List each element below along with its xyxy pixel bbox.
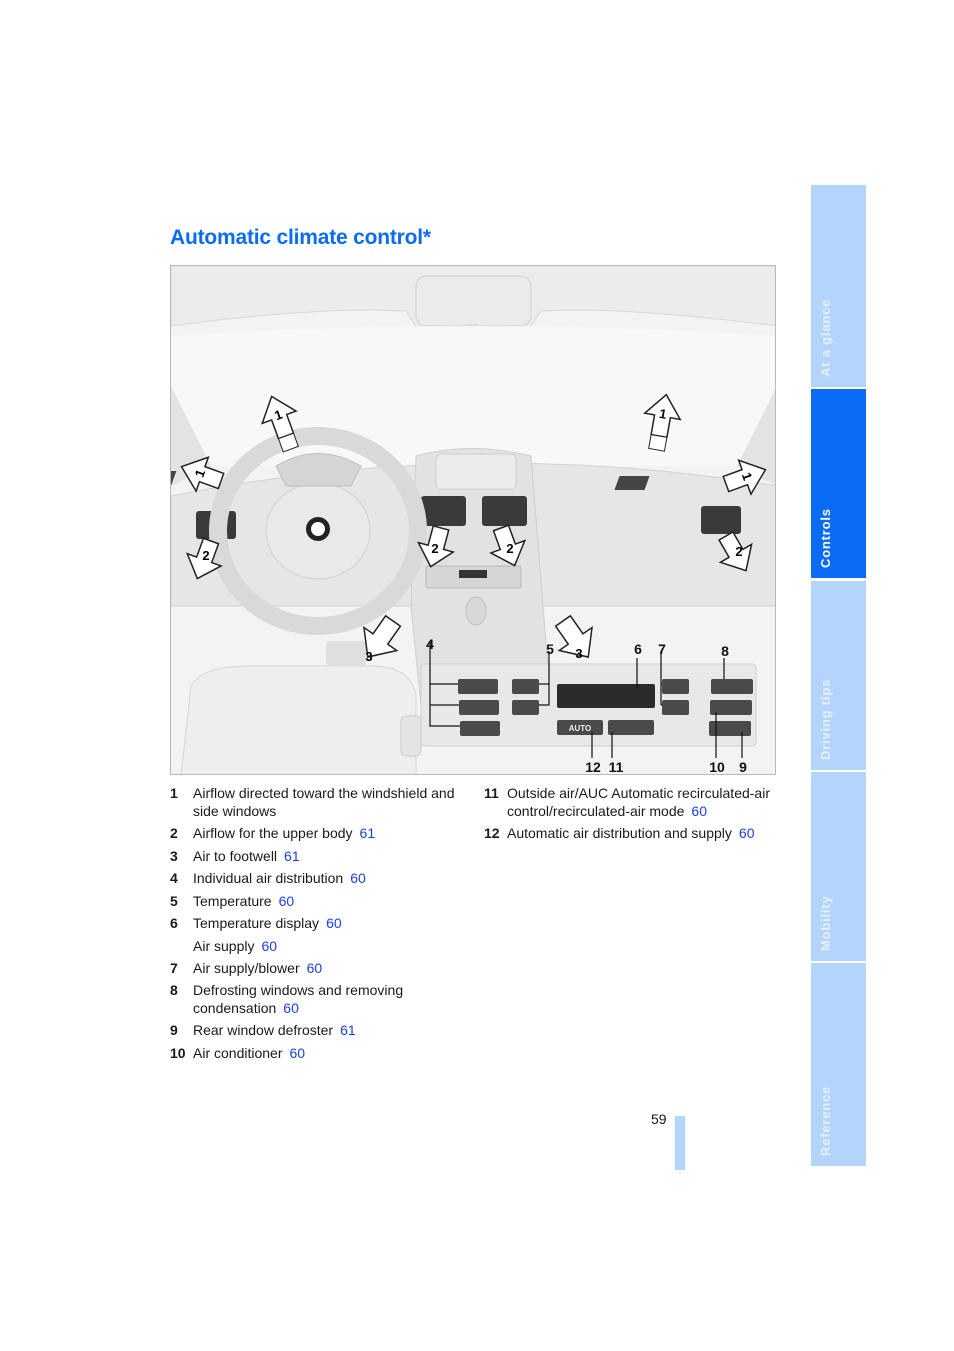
page-link[interactable]: 60 <box>350 870 366 886</box>
legend-text: Airflow directed toward the windshield a… <box>193 785 455 819</box>
tab-label: Driving tips <box>818 678 833 760</box>
callout-3-right-label: 3 <box>575 646 582 661</box>
legend-number: 9 <box>170 1022 178 1038</box>
temperature-display <box>557 684 655 708</box>
side-window-vent-right <box>614 476 650 490</box>
legend-number: 8 <box>170 982 178 998</box>
callout-8: 8 <box>721 643 729 659</box>
driver-seat <box>180 665 417 774</box>
legend-text: Air conditioner <box>193 1045 283 1061</box>
tab-mobility[interactable]: Mobility <box>811 772 866 961</box>
side-vent-right <box>701 506 741 534</box>
page-link[interactable]: 60 <box>261 938 277 954</box>
legend-text: Outside air/AUC Automatic recirculated-a… <box>507 785 770 819</box>
blower-up-button <box>662 679 689 694</box>
center-vent-right <box>482 496 527 526</box>
legend-text: Air supply <box>193 938 255 954</box>
legend-text: Airflow for the upper body <box>193 825 353 841</box>
page-link[interactable]: 60 <box>307 960 323 976</box>
tab-label: Mobility <box>818 895 833 951</box>
tab-reference[interactable]: Reference <box>811 963 866 1166</box>
callout-2-center-left-label: 2 <box>431 541 438 556</box>
tab-label: Controls <box>818 508 833 568</box>
air-distribution-button-2 <box>459 700 499 715</box>
recirculation-button <box>608 720 654 735</box>
tab-label: Reference <box>818 1085 833 1156</box>
page-link[interactable]: 60 <box>283 1000 299 1016</box>
callout-6: 6 <box>634 641 642 657</box>
center-vent-left <box>421 496 466 526</box>
navigation-display <box>435 453 517 490</box>
page-title: Automatic climate control* <box>170 226 431 249</box>
page-link[interactable]: 60 <box>290 1045 306 1061</box>
handbrake <box>400 715 422 757</box>
callout-7: 7 <box>658 641 666 657</box>
page-link[interactable]: 60 <box>326 915 342 931</box>
callout-11: 11 <box>609 759 624 775</box>
climate-control-illustration: 1 1 1 1 2 2 2 2 3 3 AUTO 4 5 6 7 8 12 11… <box>170 265 776 775</box>
callout-2-left-label: 2 <box>202 548 209 563</box>
callout-2-right-label: 2 <box>735 544 742 559</box>
legend-number: 6 <box>170 915 178 931</box>
page-link[interactable]: 61 <box>284 848 300 864</box>
legend-number: 2 <box>170 825 178 841</box>
callout-2-center-right-label: 2 <box>506 541 513 556</box>
legend-number: 5 <box>170 893 178 909</box>
callout-12: 12 <box>585 759 601 775</box>
svg-text:AUTO: AUTO <box>569 724 592 733</box>
air-distribution-button-1 <box>458 679 498 694</box>
temperature-down-button <box>512 700 539 715</box>
tab-at-a-glance[interactable]: At a glance <box>811 185 866 387</box>
legend-number: 3 <box>170 848 178 864</box>
callout-5: 5 <box>546 641 554 657</box>
legend-number: 10 <box>170 1045 186 1061</box>
rear-defroster-button <box>709 721 751 736</box>
overhead-console <box>415 275 532 327</box>
legend-text: Rear window defroster <box>193 1022 334 1038</box>
legend-number: 7 <box>170 960 178 976</box>
air-distribution-button-3 <box>460 721 500 736</box>
callout-4: 4 <box>426 636 434 652</box>
pedal <box>326 641 366 666</box>
page-link[interactable]: 60 <box>279 893 295 909</box>
legend-text: Air supply/blower <box>193 960 300 976</box>
tab-driving-tips[interactable]: Driving tips <box>811 581 866 770</box>
temperature-up-button <box>512 679 539 694</box>
legend-text: Temperature display <box>193 915 320 931</box>
legend-text: Air to footwell <box>193 848 278 864</box>
legend-text: Individual air distribution <box>193 870 344 886</box>
blower-down-button <box>662 700 689 715</box>
legend-text: Automatic air distribution and supply <box>507 825 732 841</box>
tab-label: At a glance <box>818 298 833 377</box>
legend-text: Temperature <box>193 893 272 909</box>
legend-number: 4 <box>170 870 178 886</box>
page-link[interactable]: 61 <box>340 1022 356 1038</box>
page-number: 59 <box>651 1111 667 1127</box>
gear-shift <box>465 596 487 626</box>
defrost-button <box>711 679 753 694</box>
page-marker-bar <box>675 1116 685 1170</box>
page-link[interactable]: 60 <box>739 825 755 841</box>
tab-controls[interactable]: Controls <box>811 389 866 578</box>
legend-number: 12 <box>484 825 500 841</box>
legend-number: 11 <box>484 785 499 801</box>
page-link[interactable]: 61 <box>360 825 376 841</box>
legend-number: 1 <box>170 785 178 801</box>
callout-3-left-label: 3 <box>365 649 372 664</box>
page-link[interactable]: 60 <box>691 803 707 819</box>
callout-10: 10 <box>709 759 725 775</box>
callout-9: 9 <box>739 759 747 775</box>
